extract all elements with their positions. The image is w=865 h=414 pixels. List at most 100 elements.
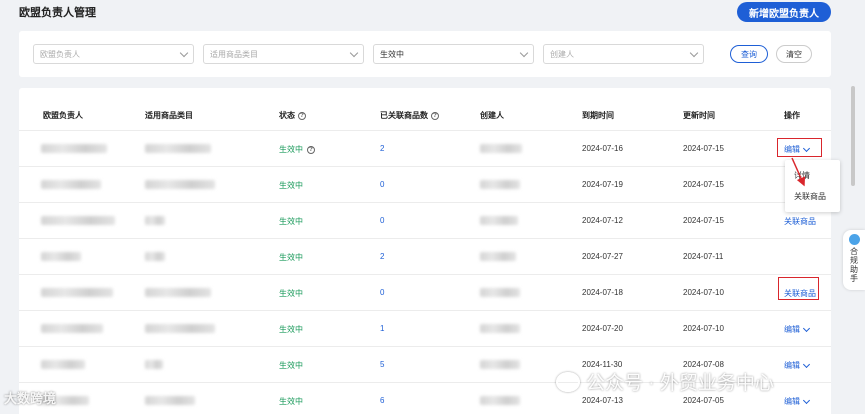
link-products-link[interactable]: 关联商品: [784, 216, 816, 227]
watermark-right: 公众号 · 外贸业务中心: [556, 368, 774, 395]
update-date: 2024-07-15: [683, 144, 724, 153]
table-row: 生效中 1 2024-07-20 2024-07-10 编辑: [19, 310, 831, 346]
edit-label: 编辑: [784, 325, 800, 334]
chevron-down-icon: [802, 324, 811, 332]
col-action: 操作: [784, 110, 800, 121]
status-text: 生效中: [279, 253, 303, 262]
eu-rep-name-blurred: [41, 360, 85, 369]
edit-dropdown[interactable]: 编辑: [784, 360, 811, 371]
creator-blurred: [480, 288, 520, 297]
col-label: 欧盟负责人: [43, 111, 83, 120]
eu-rep-name-blurred: [41, 288, 113, 297]
col-label: 到期时间: [582, 111, 614, 120]
operation-dropdown-menu: 详情 关联商品: [785, 160, 840, 212]
update-date: 2024-07-15: [683, 216, 724, 225]
expire-date: 2024-07-18: [582, 288, 623, 297]
linked-count-link[interactable]: 1: [380, 324, 384, 333]
menu-item-detail[interactable]: 详情: [794, 170, 810, 181]
chevron-down-icon: [689, 48, 699, 58]
highlight-link-box: [778, 277, 819, 300]
table-row: 生效中 0 2024-07-18 2024-07-10 关联商品: [19, 274, 831, 310]
linked-count-link[interactable]: 2: [380, 144, 384, 153]
col-label: 操作: [784, 111, 800, 120]
status-text: 生效中: [279, 145, 303, 154]
col-label: 适用商品类目: [145, 111, 193, 120]
eu-rep-name-blurred: [41, 144, 107, 153]
help-icon[interactable]: ?: [431, 111, 439, 120]
help-icon[interactable]: ?: [298, 111, 306, 120]
search-button[interactable]: 查询: [730, 45, 768, 63]
menu-item-link-products[interactable]: 关联商品: [794, 191, 826, 202]
creator-blurred: [480, 252, 516, 261]
expire-date: 2024-07-27: [582, 252, 623, 261]
table-row: 生效中 0 2024-07-12 2024-07-15 关联商品: [19, 202, 831, 238]
category-blurred: [145, 288, 211, 297]
table-row: 生效中 0 2024-07-19 2024-07-15: [19, 166, 831, 202]
assistant-icon: [848, 234, 860, 245]
compliance-assistant-tab[interactable]: 合规助手: [843, 230, 865, 290]
edit-label: 编辑: [784, 397, 800, 406]
chevron-down-icon: [179, 48, 189, 58]
eu-rep-name-blurred: [41, 180, 101, 189]
status-text: 生效中: [279, 289, 303, 298]
status-value: 生效中: [380, 49, 404, 59]
scrollbar[interactable]: [851, 86, 855, 186]
category-blurred: [145, 180, 215, 189]
edit-dropdown[interactable]: 编辑: [784, 396, 811, 407]
update-date: 2024-07-15: [683, 180, 724, 189]
eu-rep-select[interactable]: 欧盟负责人: [33, 44, 194, 64]
creator-blurred: [480, 324, 520, 333]
linked-count-link[interactable]: 5: [380, 360, 384, 369]
expire-date: 2024-07-13: [582, 396, 623, 405]
help-icon[interactable]: ?: [307, 145, 315, 154]
watermark-left: 大数跨境: [4, 388, 56, 407]
chevron-down-icon: [802, 396, 811, 404]
table-row: 生效中 2 2024-07-27 2024-07-11: [19, 238, 831, 274]
col-expire: 到期时间: [582, 110, 614, 121]
status-text: 生效中: [279, 397, 303, 406]
col-label: 状态: [279, 111, 295, 120]
edit-label: 编辑: [784, 361, 800, 370]
status-text: 生效中: [279, 361, 303, 370]
category-blurred: [145, 144, 211, 153]
col-status: 状态?: [279, 110, 306, 121]
expire-date: 2024-07-12: [582, 216, 623, 225]
category-select[interactable]: 适用商品类目: [203, 44, 364, 64]
linked-count-link[interactable]: 0: [380, 180, 384, 189]
status-select[interactable]: 生效中: [373, 44, 534, 64]
eu-rep-table: 欧盟负责人 适用商品类目 状态? 已关联商品数? 创建人 到期时间 更新时间 操…: [19, 88, 831, 414]
col-linked-count: 已关联商品数?: [380, 110, 439, 121]
category-blurred: [145, 324, 215, 333]
creator-blurred: [480, 396, 520, 405]
chevron-down-icon: [519, 48, 529, 58]
creator-blurred: [480, 360, 520, 369]
eu-rep-name-blurred: [41, 216, 115, 225]
add-eu-rep-button[interactable]: 新增欧盟负责人: [737, 2, 831, 22]
linked-count-link[interactable]: 0: [380, 216, 384, 225]
highlight-edit-box: [777, 138, 822, 157]
creator-select[interactable]: 创建人: [543, 44, 704, 64]
col-update: 更新时间: [683, 110, 715, 121]
linked-count-link[interactable]: 0: [380, 288, 384, 297]
chevron-down-icon: [349, 48, 359, 58]
creator-blurred: [480, 144, 522, 153]
linked-count-link[interactable]: 6: [380, 396, 384, 405]
col-label: 创建人: [480, 111, 504, 120]
linked-count-link[interactable]: 2: [380, 252, 384, 261]
clear-button[interactable]: 清空: [776, 45, 812, 63]
watermark-left-text: 大数跨境: [4, 391, 57, 406]
category-blurred: [145, 252, 165, 261]
filter-bar: 欧盟负责人 适用商品类目 生效中 创建人 查询 清空: [19, 31, 831, 77]
status-text: 生效中: [279, 217, 303, 226]
edit-dropdown[interactable]: 编辑: [784, 324, 811, 335]
creator-placeholder: 创建人: [550, 49, 574, 59]
chevron-down-icon: [802, 360, 811, 368]
eu-rep-name-blurred: [41, 324, 103, 333]
status-text: 生效中: [279, 325, 303, 334]
category-blurred: [145, 396, 195, 405]
table-row: 生效中? 2 2024-07-16 2024-07-15 编辑: [19, 130, 831, 166]
category-blurred: [145, 216, 165, 225]
category-placeholder: 适用商品类目: [210, 49, 258, 59]
expire-date: 2024-07-16: [582, 144, 623, 153]
status-text: 生效中: [279, 181, 303, 190]
